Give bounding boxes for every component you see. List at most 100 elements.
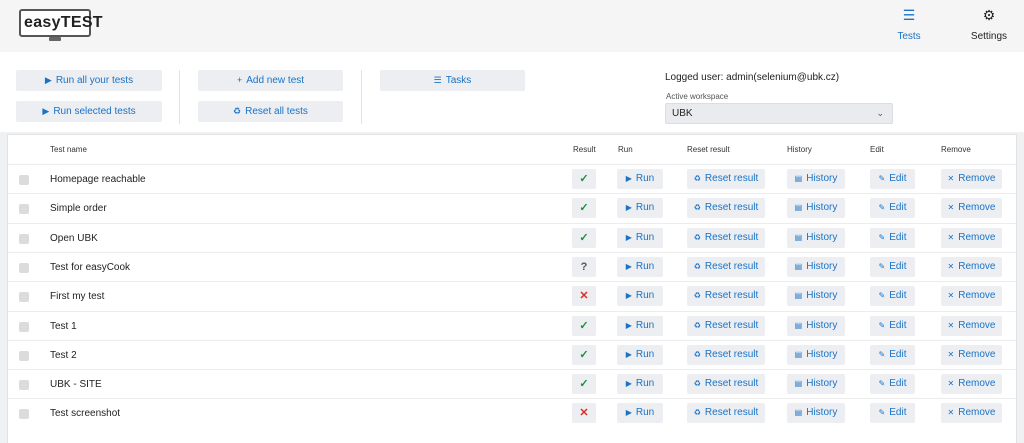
row-checkbox[interactable] — [19, 292, 29, 303]
history-button[interactable]: ▤ History — [787, 315, 845, 336]
add-new-test-button[interactable]: + Add new test — [198, 70, 343, 91]
gear-icon: ⚙ — [982, 7, 996, 23]
tasks-label: Tasks — [445, 75, 472, 86]
edit-button[interactable]: ✎ Edit — [870, 286, 915, 307]
app-logo[interactable]: easyTEST — [19, 9, 103, 41]
edit-label: Edit — [889, 407, 907, 419]
archive-icon: ▤ — [794, 203, 803, 213]
history-label: History — [806, 231, 838, 243]
tests-table: Test name Result Run Reset result Histor… — [7, 134, 1017, 443]
workspace-label: Active workspace — [666, 92, 729, 101]
run-button[interactable]: ▶ Run — [617, 374, 663, 395]
history-button[interactable]: ▤ History — [787, 169, 845, 189]
edit-button[interactable]: ✎ Edit — [870, 227, 915, 248]
row-checkbox[interactable] — [19, 233, 29, 244]
run-button[interactable]: ▶ Run — [617, 198, 663, 219]
row-checkbox[interactable] — [19, 175, 29, 185]
remove-button[interactable]: ✕ Remove — [941, 315, 1002, 336]
edit-icon: ✎ — [878, 203, 886, 213]
run-button[interactable]: ▶ Run — [617, 286, 663, 307]
reset-result-button[interactable]: ♻ Reset result — [687, 169, 765, 189]
remove-button[interactable]: ✕ Remove — [941, 286, 1002, 307]
header-result: Result — [573, 145, 596, 154]
close-icon: ✕ — [947, 320, 955, 330]
edit-icon: ✎ — [878, 261, 886, 271]
remove-button[interactable]: ✕ Remove — [941, 256, 1002, 277]
row-checkbox[interactable] — [19, 204, 29, 215]
test-name: Homepage reachable — [50, 174, 146, 185]
archive-icon: ▤ — [794, 349, 803, 359]
run-button[interactable]: ▶ Run — [617, 403, 663, 424]
nav-tests[interactable]: ☰ Tests — [879, 6, 939, 42]
reset-result-button[interactable]: ♻ Reset result — [687, 374, 765, 395]
remove-button[interactable]: ✕ Remove — [941, 403, 1002, 424]
run-all-tests-button[interactable]: ▶ Run all your tests — [16, 70, 162, 91]
run-label: Run — [635, 378, 655, 390]
row-checkbox[interactable] — [19, 380, 29, 391]
edit-button[interactable]: ✎ Edit — [870, 256, 915, 277]
archive-icon: ▤ — [794, 232, 803, 242]
run-selected-tests-button[interactable]: ▶ Run selected tests — [16, 101, 162, 122]
play-icon: ▶ — [625, 408, 632, 418]
run-button[interactable]: ▶ Run — [617, 256, 663, 277]
remove-button[interactable]: ✕ Remove — [941, 374, 1002, 395]
history-button[interactable]: ▤ History — [787, 374, 845, 395]
remove-button[interactable]: ✕ Remove — [941, 169, 1002, 189]
archive-icon: ▤ — [794, 408, 803, 418]
edit-button[interactable]: ✎ Edit — [870, 344, 915, 365]
reset-all-tests-button[interactable]: ♻ Reset all tests — [198, 101, 343, 122]
history-label: History — [806, 173, 838, 184]
run-selected-tests-label: Run selected tests — [53, 106, 136, 117]
run-button[interactable]: ▶ Run — [617, 169, 663, 189]
history-button[interactable]: ▤ History — [787, 344, 845, 365]
edit-button[interactable]: ✎ Edit — [870, 403, 915, 424]
nav-settings[interactable]: ⚙ Settings — [959, 6, 1019, 42]
history-button[interactable]: ▤ History — [787, 198, 845, 219]
row-checkbox[interactable] — [19, 262, 29, 273]
run-button[interactable]: ▶ Run — [617, 344, 663, 365]
reset-result-button[interactable]: ♻ Reset result — [687, 403, 765, 424]
test-name: Test 1 — [50, 320, 77, 332]
edit-button[interactable]: ✎ Edit — [870, 169, 915, 189]
reset-result-button[interactable]: ♻ Reset result — [687, 227, 765, 248]
workspace-value: UBK — [672, 108, 693, 119]
table-row: Test screenshot ✕ ▶ Run ♻ Reset result ▤ Histor… — [8, 398, 1016, 427]
header-history: History — [787, 145, 812, 154]
history-button[interactable]: ▤ History — [787, 403, 845, 424]
play-icon: ▶ — [42, 106, 50, 116]
logged-user-text: Logged user: admin(selenium@ubk.cz) — [665, 72, 840, 83]
table-row: Test 1 ✓ ▶ Run ♻ Reset result ▤ History ✎ Edit ✕ Re… — [8, 310, 1016, 340]
remove-button[interactable]: ✕ Remove — [941, 227, 1002, 248]
edit-button[interactable]: ✎ Edit — [870, 198, 915, 219]
reset-result-button[interactable]: ♻ Reset result — [687, 344, 765, 365]
reset-result-label: Reset result — [704, 407, 759, 419]
reset-result-button[interactable]: ♻ Reset result — [687, 256, 765, 277]
reset-result-button[interactable]: ♻ Reset result — [687, 198, 765, 219]
reset-all-tests-label: Reset all tests — [245, 106, 308, 117]
run-button[interactable]: ▶ Run — [617, 227, 663, 248]
archive-icon: ▤ — [794, 320, 803, 330]
recycle-icon: ♻ — [693, 379, 701, 389]
reset-result-label: Reset result — [704, 290, 759, 302]
run-label: Run — [635, 407, 655, 419]
result-fail-icon: ✕ — [572, 286, 596, 307]
history-button[interactable]: ▤ History — [787, 256, 845, 277]
header-edit: Edit — [870, 145, 884, 154]
row-checkbox[interactable] — [19, 321, 29, 332]
reset-result-button[interactable]: ♻ Reset result — [687, 286, 765, 307]
chevron-down-icon: ⌄ — [876, 108, 884, 118]
remove-button[interactable]: ✕ Remove — [941, 344, 1002, 365]
row-checkbox[interactable] — [19, 350, 29, 361]
edit-button[interactable]: ✎ Edit — [870, 315, 915, 336]
remove-button[interactable]: ✕ Remove — [941, 198, 1002, 219]
history-button[interactable]: ▤ History — [787, 227, 845, 248]
run-button[interactable]: ▶ Run — [617, 315, 663, 336]
logo-text: easyTEST — [24, 14, 103, 31]
tasks-button[interactable]: ☰ Tasks — [380, 70, 525, 91]
edit-button[interactable]: ✎ Edit — [870, 374, 915, 395]
close-icon: ✕ — [947, 379, 955, 389]
reset-result-button[interactable]: ♻ Reset result — [687, 315, 765, 336]
row-checkbox[interactable] — [19, 409, 29, 420]
history-button[interactable]: ▤ History — [787, 286, 845, 307]
workspace-select[interactable]: UBK ⌄ — [665, 103, 893, 124]
